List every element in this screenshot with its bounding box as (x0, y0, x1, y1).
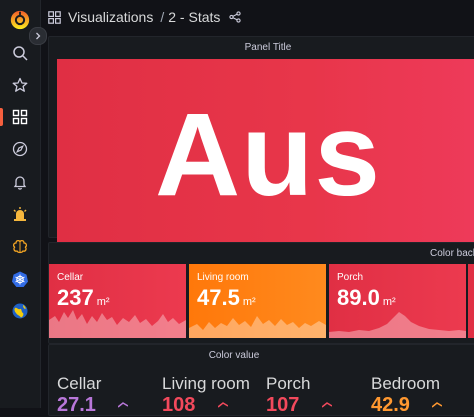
stat-tile-cellar: Cellar 237 m² (49, 264, 186, 338)
panel-title-color-background[interactable]: Color back (430, 248, 474, 259)
tile-name: Living room (197, 272, 249, 283)
sparkline-hint-bedroom (432, 402, 442, 408)
value-name-porch: Porch (266, 374, 311, 393)
value-cellar: 27.1 (57, 394, 96, 416)
globe-icon[interactable] (8, 299, 32, 323)
value-name-cellar: Cellar (57, 374, 102, 393)
stat-panel-top[interactable]: Panel Title Aus (48, 36, 474, 251)
stat-tile-overflow (468, 264, 474, 338)
alerting-icon[interactable] (8, 170, 32, 194)
chevron-right-icon (36, 32, 41, 40)
breadcrumb: Visualizations / 2 - Stats (40, 0, 474, 34)
value-name-living-room: Living room (162, 374, 250, 393)
breadcrumb-separator: / (160, 9, 165, 25)
expand-sidebar-button[interactable] (29, 27, 47, 45)
breadcrumb-section[interactable]: Visualizations (68, 9, 153, 25)
value-bedroom: 42.9 (371, 394, 410, 416)
stat-tile-porch: Porch 89.0 m² (329, 264, 466, 338)
sparkline-hint-porch (322, 402, 332, 408)
dashboard-grid-icon (48, 10, 61, 24)
panel-title-color-value[interactable]: Color value (0, 350, 474, 361)
panel-title[interactable]: Panel Title (49, 42, 474, 53)
share-icon[interactable] (229, 11, 242, 23)
big-stat-value-box: Aus (57, 59, 474, 251)
big-stat-value: Aus (155, 89, 381, 221)
tile-name: Porch (337, 272, 364, 283)
sparkline-living-room (189, 316, 326, 338)
sparkline-porch (329, 312, 466, 338)
grafana-logo-icon[interactable] (8, 8, 32, 32)
sidebar (0, 0, 41, 408)
dashboards-icon[interactable] (8, 105, 32, 129)
explore-icon[interactable] (8, 137, 32, 161)
breadcrumb-dashboard[interactable]: 2 - Stats (168, 9, 220, 25)
sparkline-hint-cellar (118, 402, 128, 408)
value-name-bedroom: Bedroom (371, 374, 440, 393)
value-porch: 107 (266, 394, 300, 416)
star-icon[interactable] (8, 73, 32, 97)
alarm-icon[interactable] (8, 202, 32, 226)
sparkline-hint-living-room (218, 402, 228, 408)
ml-brain-icon[interactable] (8, 235, 32, 259)
tile-name: Cellar (57, 272, 84, 283)
active-indicator (0, 108, 3, 126)
kubernetes-icon[interactable] (8, 267, 32, 291)
stat-tile-living-room: Living room 47.5 m² (189, 264, 326, 338)
sparkline-cellar (49, 310, 186, 338)
search-icon[interactable] (8, 41, 32, 65)
value-living-room: 108 (162, 394, 196, 416)
